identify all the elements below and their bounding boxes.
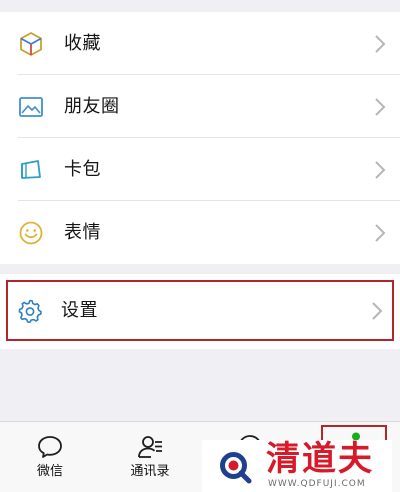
- chevron-right-icon: [373, 96, 387, 118]
- chevron-right-icon: [373, 159, 387, 181]
- menu-item-cards[interactable]: 卡包: [0, 138, 400, 201]
- menu-item-stickers[interactable]: 表情: [0, 201, 400, 264]
- tab-contacts-label: 通讯录: [130, 464, 170, 479]
- watermark: 清道夫 WWW.QDFUJI.COM: [202, 440, 392, 492]
- image-icon: [18, 94, 44, 120]
- menu-item-favorites-label: 收藏: [64, 32, 101, 54]
- menu-item-cards-label: 卡包: [64, 158, 101, 180]
- cube-icon: [18, 31, 44, 57]
- menu-item-settings-label: 设置: [61, 299, 98, 321]
- watermark-brand: 清道夫: [266, 440, 374, 479]
- top-spacer: [0, 0, 400, 12]
- menu-item-moments-label: 朋友圈: [64, 95, 120, 117]
- chat-bubble-icon: [0, 432, 100, 462]
- smiley-icon: [18, 220, 44, 246]
- chevron-right-icon: [373, 222, 387, 244]
- contacts-icon: [100, 432, 200, 462]
- tab-contacts[interactable]: 通讯录: [100, 422, 200, 492]
- card-icon: [18, 157, 44, 183]
- tab-chats[interactable]: 微信: [0, 422, 100, 492]
- menu-item-settings[interactable]: 设置: [6, 280, 394, 341]
- empty-space: [0, 349, 400, 431]
- menu-item-moments[interactable]: 朋友圈: [0, 75, 400, 138]
- settings-section: 设置: [0, 274, 400, 349]
- menu-item-favorites[interactable]: 收藏: [0, 12, 400, 75]
- chevron-right-icon: [370, 300, 384, 322]
- watermark-site: WWW.QDFUJI.COM: [268, 479, 366, 489]
- magnifier-logo-icon: [218, 450, 254, 486]
- gear-icon: [17, 298, 43, 324]
- chevron-right-icon: [373, 33, 387, 55]
- me-menu-group: 收藏 朋友圈 卡包 表情: [0, 12, 400, 264]
- menu-item-stickers-label: 表情: [64, 221, 101, 243]
- tab-chats-label: 微信: [36, 464, 63, 479]
